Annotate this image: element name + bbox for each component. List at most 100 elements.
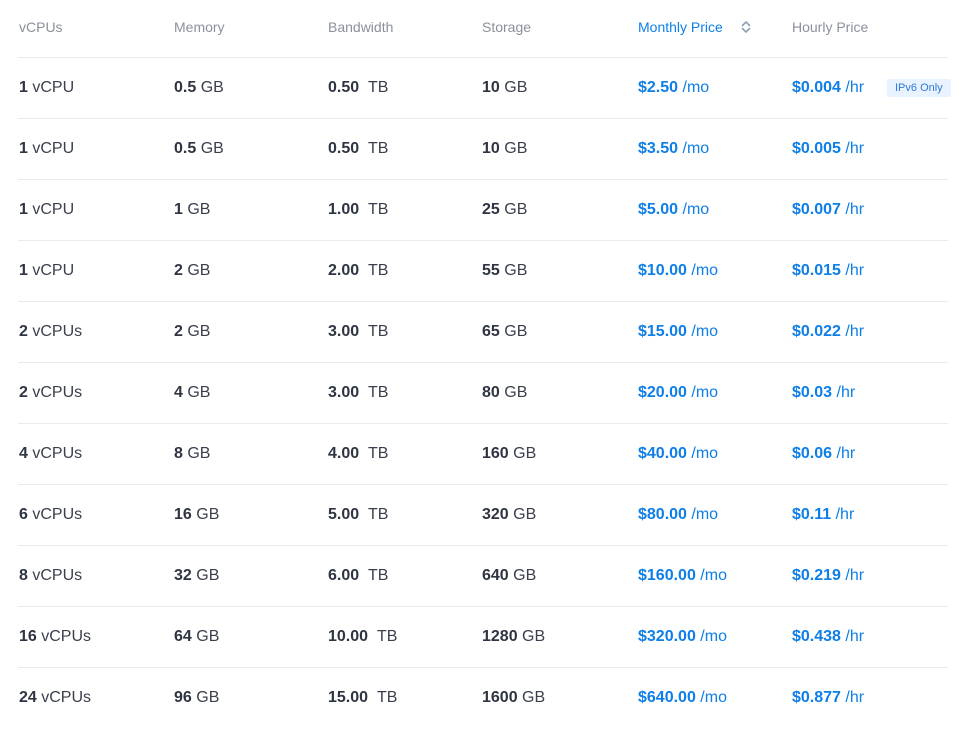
- hourly-price-unit: /hr: [835, 506, 855, 523]
- vcpu-value: 4: [19, 445, 28, 462]
- memory-value: 16: [174, 506, 192, 523]
- header-monthly-price[interactable]: Monthly Price: [638, 19, 723, 35]
- storage-unit: GB: [504, 140, 528, 157]
- memory-unit: GB: [187, 445, 211, 462]
- monthly-price-value: $320.00: [638, 628, 696, 645]
- table-row[interactable]: 1 vCPU 0.5 GB 0.50 TB 10 GB $3.50 /mo $0…: [0, 118, 968, 179]
- memory-cell: 0.5 GB: [174, 78, 224, 98]
- monthly-price-value: $15.00: [638, 323, 687, 340]
- header-hourly-price[interactable]: Hourly Price: [792, 19, 868, 35]
- hourly-price-cell: $0.03 /hr: [792, 383, 855, 403]
- bandwidth-value: 2.00: [328, 262, 360, 279]
- table-header-row: vCPUs Memory Bandwidth Storage Monthly P…: [0, 0, 968, 57]
- memory-cell: 0.5 GB: [174, 139, 224, 159]
- table-row[interactable]: 8 vCPUs 32 GB 6.00 TB 640 GB $160.00 /mo…: [0, 545, 968, 606]
- storage-cell: 1280 GB: [482, 627, 545, 647]
- bandwidth-cell: 0.50 TB: [328, 78, 388, 98]
- hourly-price-cell: $0.438 /hr: [792, 627, 864, 647]
- vcpu-unit: vCPUs: [32, 445, 83, 462]
- hourly-price-cell: $0.005 /hr: [792, 139, 864, 159]
- storage-cell: 10 GB: [482, 139, 527, 159]
- table-row[interactable]: 16 vCPUs 64 GB 10.00 TB 1280 GB $320.00 …: [0, 606, 968, 667]
- vcpu-value: 16: [19, 628, 37, 645]
- bandwidth-unit: TB: [368, 140, 389, 157]
- storage-value: 1600: [482, 689, 518, 706]
- vcpu-cell: 1 vCPU: [19, 78, 74, 98]
- vcpu-cell: 2 vCPUs: [19, 322, 82, 342]
- bandwidth-cell: 1.00 TB: [328, 200, 388, 220]
- table-row[interactable]: 2 vCPUs 2 GB 3.00 TB 65 GB $15.00 /mo $0…: [0, 301, 968, 362]
- bandwidth-value: 6.00: [328, 567, 360, 584]
- monthly-price-unit: /mo: [691, 506, 719, 523]
- hourly-price-cell: $0.004 /hr: [792, 78, 864, 98]
- monthly-price-unit: /mo: [682, 201, 710, 218]
- vcpu-unit: vCPUs: [32, 567, 83, 584]
- vcpu-unit: vCPU: [32, 262, 75, 279]
- monthly-price-unit: /mo: [682, 140, 710, 157]
- vcpu-unit: vCPUs: [32, 323, 83, 340]
- header-bandwidth[interactable]: Bandwidth: [328, 19, 393, 35]
- monthly-price-value: $20.00: [638, 384, 687, 401]
- memory-value: 0.5: [174, 140, 197, 157]
- hourly-price-value: $0.004: [792, 79, 841, 96]
- memory-unit: GB: [187, 323, 211, 340]
- pricing-table: vCPUs Memory Bandwidth Storage Monthly P…: [0, 0, 968, 742]
- hourly-price-value: $0.11: [792, 506, 832, 523]
- bandwidth-unit: TB: [368, 262, 389, 279]
- ipv6-only-badge: IPv6 Only: [887, 79, 951, 97]
- hourly-price-cell: $0.007 /hr: [792, 200, 864, 220]
- memory-cell: 1 GB: [174, 200, 210, 220]
- bandwidth-unit: TB: [368, 567, 389, 584]
- bandwidth-cell: 2.00 TB: [328, 261, 388, 281]
- monthly-price-unit: /mo: [691, 384, 719, 401]
- monthly-price-unit: /mo: [691, 445, 719, 462]
- storage-cell: 65 GB: [482, 322, 527, 342]
- bandwidth-unit: TB: [368, 506, 389, 523]
- memory-unit: GB: [200, 79, 224, 96]
- table-row[interactable]: 24 vCPUs 96 GB 15.00 TB 1600 GB $640.00 …: [0, 667, 968, 728]
- memory-value: 32: [174, 567, 192, 584]
- sort-icon[interactable]: [740, 19, 752, 35]
- hourly-price-cell: $0.877 /hr: [792, 688, 864, 708]
- table-row[interactable]: 1 vCPU 1 GB 1.00 TB 25 GB $5.00 /mo $0.0…: [0, 179, 968, 240]
- storage-value: 55: [482, 262, 500, 279]
- vcpu-unit: vCPUs: [32, 506, 83, 523]
- storage-unit: GB: [504, 79, 528, 96]
- table-row[interactable]: 2 vCPUs 4 GB 3.00 TB 80 GB $20.00 /mo $0…: [0, 362, 968, 423]
- header-memory[interactable]: Memory: [174, 19, 225, 35]
- table-row[interactable]: 1 vCPU 0.5 GB 0.50 TB 10 GB $2.50 /mo $0…: [0, 57, 968, 118]
- vcpu-value: 1: [19, 262, 28, 279]
- table-row[interactable]: 4 vCPUs 8 GB 4.00 TB 160 GB $40.00 /mo $…: [0, 423, 968, 484]
- header-vcpus[interactable]: vCPUs: [19, 19, 63, 35]
- monthly-price-cell: $5.00 /mo: [638, 200, 709, 220]
- memory-cell: 32 GB: [174, 566, 219, 586]
- table-row[interactable]: 1 vCPU 2 GB 2.00 TB 55 GB $10.00 /mo $0.…: [0, 240, 968, 301]
- hourly-price-unit: /hr: [845, 323, 865, 340]
- bandwidth-value: 0.50: [328, 79, 360, 96]
- bandwidth-value: 4.00: [328, 445, 360, 462]
- memory-unit: GB: [187, 262, 211, 279]
- memory-value: 64: [174, 628, 192, 645]
- bandwidth-cell: 4.00 TB: [328, 444, 388, 464]
- hourly-price-unit: /hr: [845, 262, 865, 279]
- hourly-price-value: $0.005: [792, 140, 841, 157]
- storage-value: 640: [482, 567, 509, 584]
- table-row[interactable]: 6 vCPUs 16 GB 5.00 TB 320 GB $80.00 /mo …: [0, 484, 968, 545]
- header-storage[interactable]: Storage: [482, 19, 531, 35]
- bandwidth-unit: TB: [368, 323, 389, 340]
- vcpu-value: 1: [19, 140, 28, 157]
- vcpu-cell: 1 vCPU: [19, 200, 74, 220]
- bandwidth-value: 3.00: [328, 323, 360, 340]
- vcpu-value: 2: [19, 323, 28, 340]
- monthly-price-value: $640.00: [638, 689, 696, 706]
- vcpu-cell: 1 vCPU: [19, 139, 74, 159]
- memory-cell: 96 GB: [174, 688, 219, 708]
- monthly-price-unit: /mo: [700, 567, 727, 584]
- bandwidth-value: 10.00: [328, 628, 369, 645]
- memory-unit: GB: [196, 628, 220, 645]
- bandwidth-unit: TB: [368, 201, 389, 218]
- monthly-price-cell: $80.00 /mo: [638, 505, 718, 525]
- monthly-price-cell: $320.00 /mo: [638, 627, 727, 647]
- bandwidth-value: 0.50: [328, 140, 360, 157]
- monthly-price-value: $10.00: [638, 262, 687, 279]
